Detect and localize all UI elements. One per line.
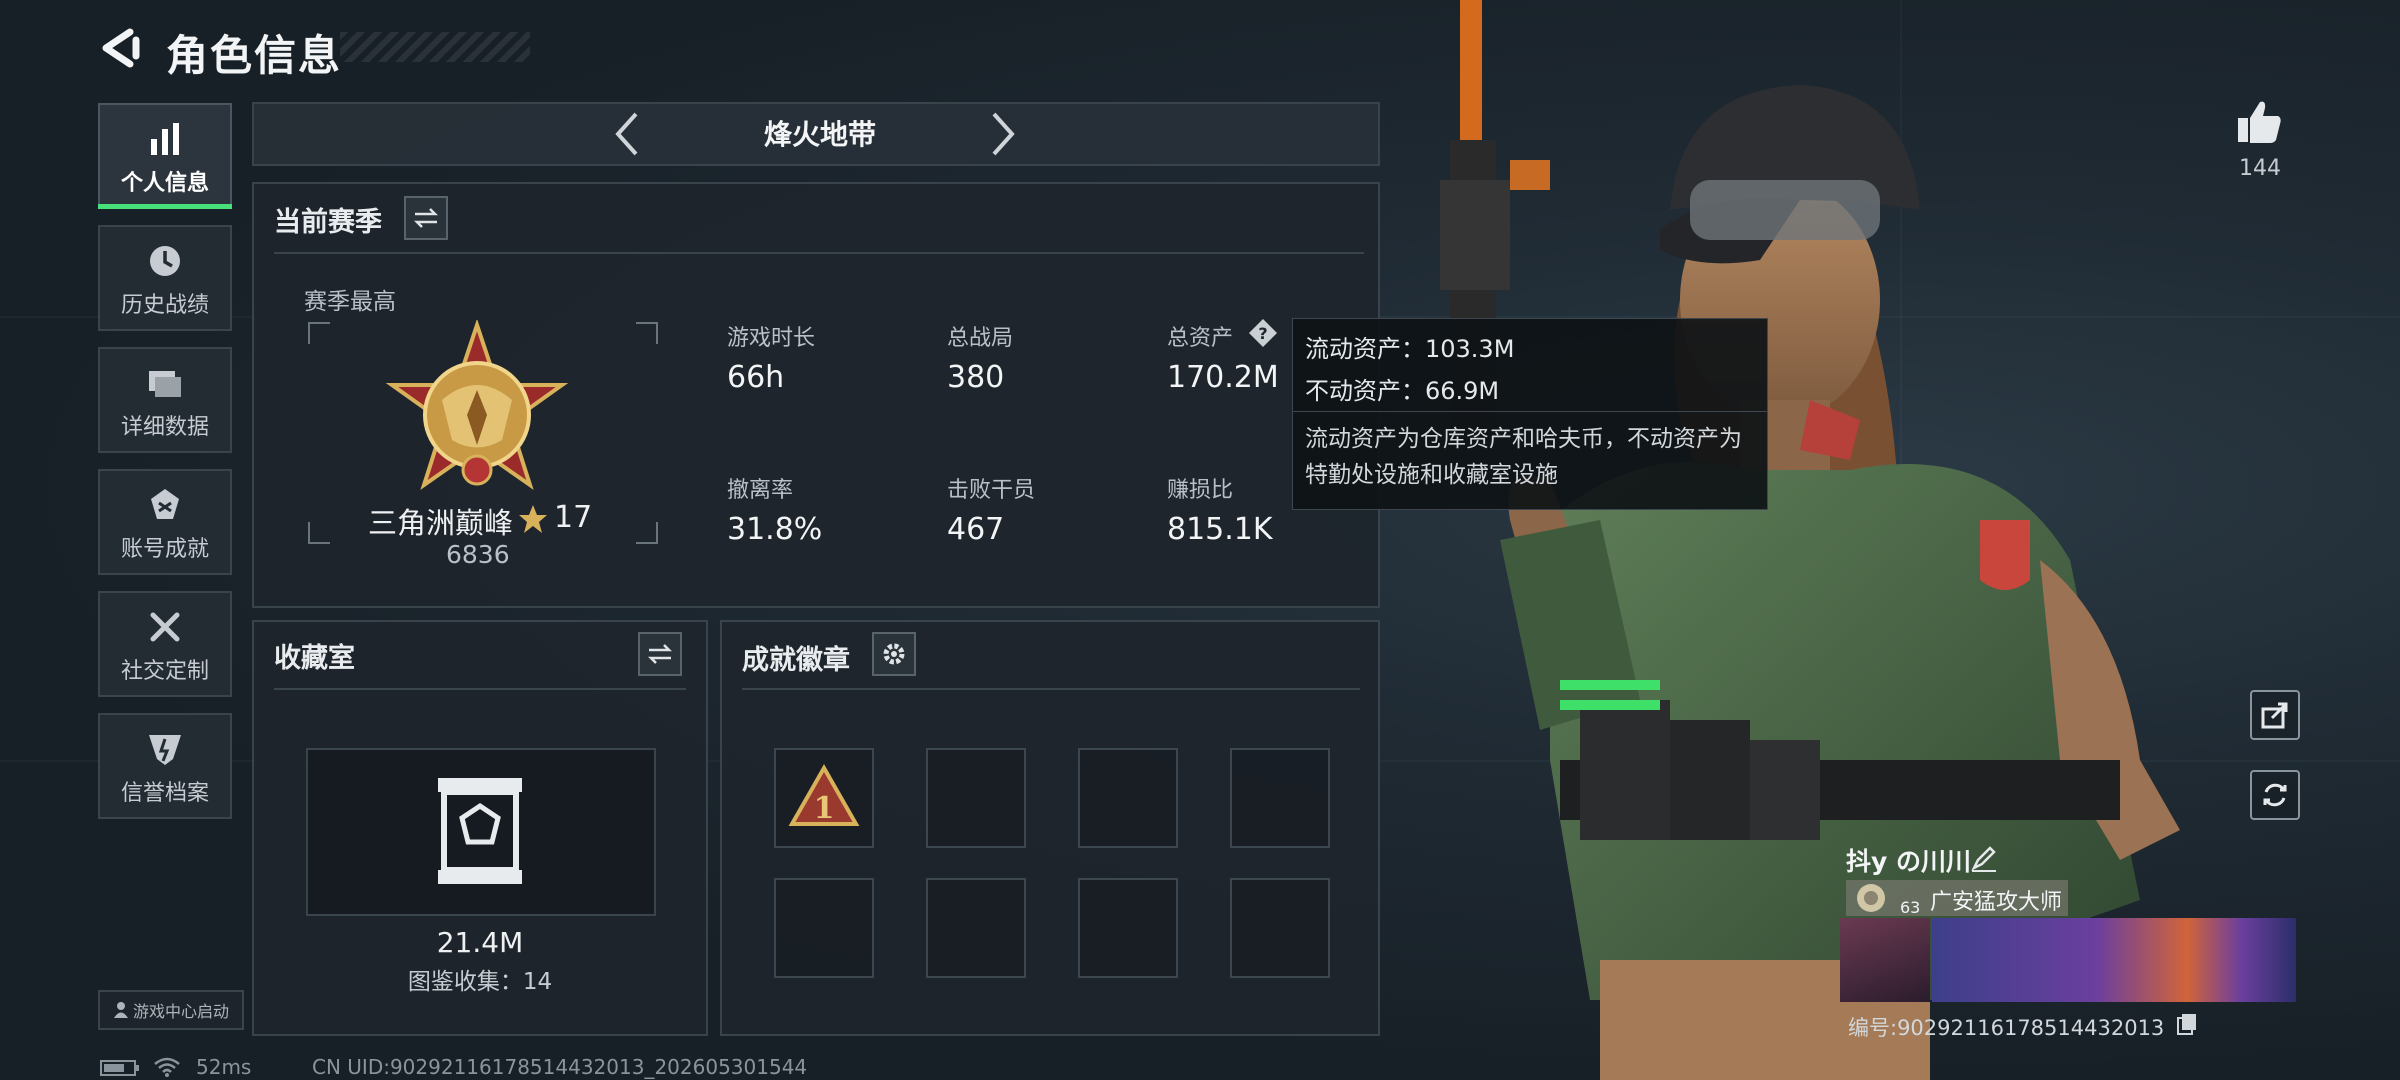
nav-item-label: 账号成就: [120, 537, 209, 562]
rank-emblem-icon: [385, 320, 569, 491]
rank-score: 6836: [446, 540, 510, 569]
battery-icon: [100, 1060, 139, 1076]
nav-item-label: 信誉档案: [120, 781, 209, 806]
stat-value: 31.8%: [727, 512, 823, 547]
collection-title: 收藏室: [274, 643, 355, 674]
player-title: 广安猛攻大师: [1930, 890, 2063, 915]
stat-value: 66h: [727, 360, 785, 395]
nav-item-credit-file[interactable]: 信誉档案: [98, 713, 232, 819]
badge-slot[interactable]: [926, 748, 1026, 848]
share-icon: [2261, 702, 2288, 729]
nav-item-personal-info[interactable]: 个人信息: [98, 103, 232, 209]
tooltip-description: 流动资产为仓库资产和哈夫币，不动资产为特勤处设施和收藏室设施: [1305, 426, 1742, 488]
stat-value: 815.1K: [1167, 512, 1273, 547]
nav-item-label: 历史战绩: [120, 293, 209, 318]
stat-value: 380: [947, 360, 1005, 395]
share-button[interactable]: [2250, 690, 2300, 740]
next-arrow-icon[interactable]: [988, 110, 1018, 158]
stat-label: 撤离率: [727, 478, 794, 503]
gear-icon: [883, 643, 905, 665]
name-card-banner: [1932, 918, 2296, 1002]
refresh-icon: [2263, 783, 2287, 807]
tooltip-liquid: 流动资产：103.3M: [1305, 335, 1515, 363]
nav-item-social-custom[interactable]: 社交定制: [98, 591, 232, 697]
nav-item-history[interactable]: 历史战绩: [98, 225, 232, 331]
badge-slot[interactable]: [774, 878, 874, 978]
swap-icon: [647, 644, 673, 664]
collection-count: 图鉴收集：14: [407, 969, 553, 995]
season-best-label: 赛季最高: [304, 289, 396, 315]
page-title: 角色信息: [166, 31, 343, 80]
uid-text: CN UID:9029211617851443201​3_20260530154…: [312, 1055, 808, 1079]
star-icon: [519, 505, 547, 533]
player-level: 63: [1900, 898, 1921, 917]
back-arrow-icon[interactable]: [96, 26, 146, 70]
badge-slot[interactable]: [1230, 748, 1330, 848]
nav-item-label: 个人信息: [120, 171, 209, 196]
bar-chart-icon: [151, 123, 179, 155]
badge-slot[interactable]: [1078, 878, 1178, 978]
stat-value: 170.2M: [1167, 360, 1279, 395]
mode-label: 烽火地带: [763, 118, 876, 151]
avatar[interactable]: [1840, 918, 1930, 1002]
help-icon[interactable]: ?: [1248, 318, 1278, 348]
tooltip-fixed: 不动资产：66.9M: [1305, 377, 1500, 405]
display-case-icon: [438, 778, 522, 884]
stat-label: 赚损比: [1167, 478, 1234, 503]
player-name: 抖y の川川: [1846, 847, 1972, 876]
divider: [742, 688, 1360, 690]
copy-icon[interactable]: [2176, 1012, 2198, 1036]
swap-icon: [413, 208, 439, 228]
rank-badge-icon: 1: [788, 763, 860, 826]
title-emblem-icon: [1857, 884, 1885, 912]
divider: [274, 688, 686, 690]
badge-slot[interactable]: [1078, 748, 1178, 848]
thumbs-up-icon[interactable]: [2234, 96, 2284, 146]
refresh-button[interactable]: [2250, 770, 2300, 820]
title-decoration: [340, 32, 530, 62]
achievements-settings-button[interactable]: [872, 632, 916, 676]
stat-label: 总资产: [1167, 326, 1234, 351]
likes-count: 144: [2239, 156, 2281, 181]
svg-text:1: 1: [814, 791, 835, 826]
stat-label: 击败干员: [947, 478, 1036, 503]
shield-icon: [149, 735, 181, 765]
player-id: 编号:902921161785144320​13: [1848, 1016, 2165, 1040]
edit-icon[interactable]: [1970, 844, 1998, 872]
collection-switch-button[interactable]: [638, 632, 682, 676]
asset-tooltip: 流动资产：103.3M 不动资产：66.9M 流动资产为仓库资产和哈夫币，不动资…: [1292, 318, 1768, 510]
stat-value: 467: [947, 512, 1005, 547]
clock-icon: [150, 246, 180, 276]
season-title: 当前赛季: [274, 207, 382, 238]
game-center-launch-button[interactable]: 游戏中心启动: [98, 990, 244, 1030]
stat-label: 游戏时长: [727, 326, 816, 351]
folder-icon: [149, 371, 181, 397]
badge-slot[interactable]: [926, 878, 1026, 978]
ping-value: 52ms: [196, 1055, 252, 1079]
collection-value: 21.4M: [436, 926, 524, 959]
nav-item-detailed-data[interactable]: 详细数据: [98, 347, 232, 453]
nav-item-achievements[interactable]: 账号成就: [98, 469, 232, 575]
badge-slot[interactable]: 1: [774, 748, 874, 848]
nav-item-label: 社交定制: [120, 659, 209, 684]
medal-icon: [151, 489, 179, 519]
badge-slot[interactable]: [1230, 878, 1330, 978]
launch-label: 游戏中心启动: [132, 1002, 229, 1021]
season-switch-button[interactable]: [404, 196, 448, 240]
rank-stars: 17: [554, 500, 593, 535]
wifi-icon: [154, 1057, 180, 1077]
rank-name: 三角洲巅峰: [368, 506, 514, 540]
svg-text:?: ?: [1258, 324, 1267, 343]
prev-arrow-icon[interactable]: [612, 110, 642, 158]
divider: [274, 252, 1364, 254]
nav-item-label: 详细数据: [120, 415, 209, 440]
stat-label: 总战局: [947, 326, 1014, 351]
wrench-icon: [150, 612, 180, 642]
person-icon: [113, 1002, 128, 1018]
achievements-title: 成就徽章: [742, 645, 850, 676]
